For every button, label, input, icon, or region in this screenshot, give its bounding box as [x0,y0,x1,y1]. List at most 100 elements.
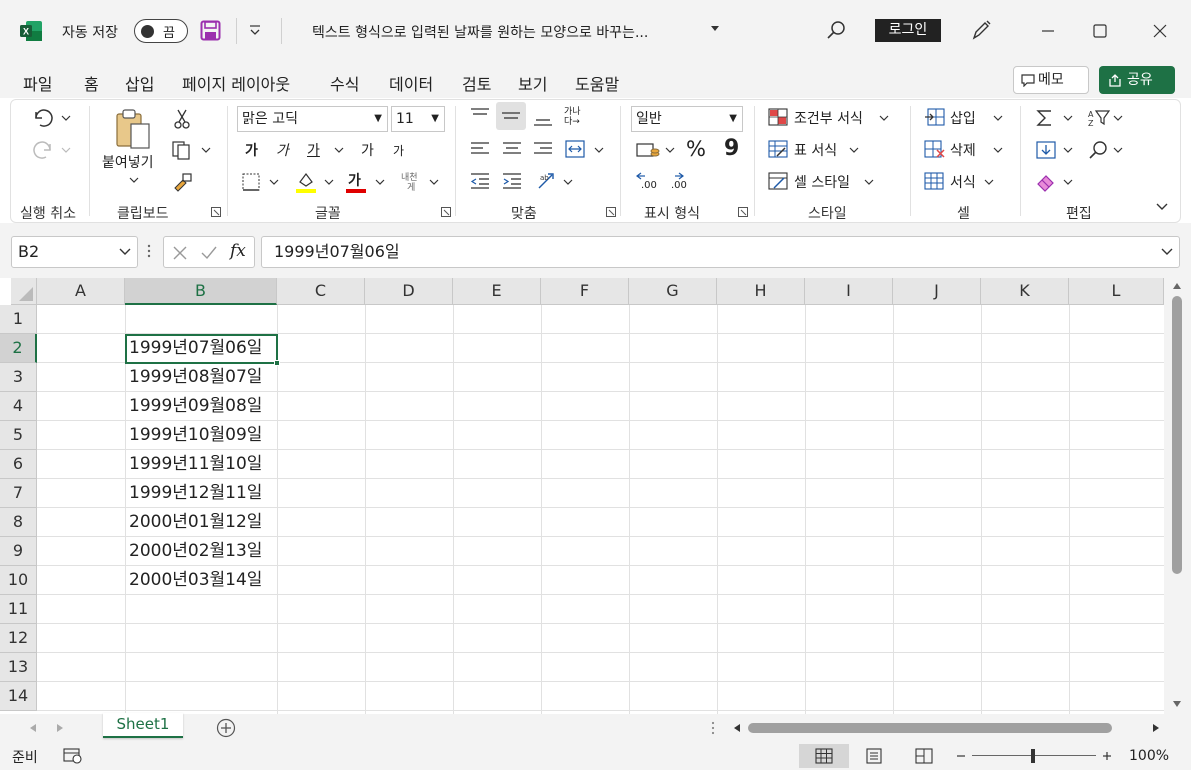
column-header-c[interactable]: C [277,278,365,305]
format-table-icon[interactable] [768,140,788,158]
tab-review[interactable]: 검토 [462,71,491,95]
tab-home[interactable]: 홈 [84,71,99,103]
row-header-13[interactable]: 13 [0,653,37,682]
borders-icon[interactable] [241,172,261,192]
page-break-view-icon[interactable] [915,748,933,764]
row-header-8[interactable]: 8 [0,508,37,537]
row-header-9[interactable]: 9 [0,537,37,566]
fill-color-dropdown-icon[interactable] [324,178,334,186]
row-header-7[interactable]: 7 [0,479,37,508]
column-header-k[interactable]: K [981,278,1069,305]
undo-icon[interactable] [31,108,55,128]
collapse-ribbon-icon[interactable] [1155,202,1169,212]
cell-b10[interactable]: 2000년03월14일 [126,566,277,595]
font-color-dropdown-icon[interactable] [375,178,385,186]
column-header-e[interactable]: E [453,278,541,305]
fill-color-icon[interactable] [295,170,317,194]
align-left-icon[interactable] [469,140,491,158]
row-header-4[interactable]: 4 [0,392,37,421]
formula-input[interactable]: 1999년07월06일 [261,236,1180,268]
cancel-icon[interactable] [172,245,188,261]
insert-function-button[interactable]: fx [230,241,246,261]
bold-button[interactable]: 가 [245,140,258,160]
scroll-up-icon[interactable] [1172,282,1182,290]
conditional-format-icon[interactable] [768,108,788,126]
cell-b8[interactable]: 2000년01월12일 [126,508,277,537]
delete-cells-button[interactable]: 삭제 [950,140,976,160]
autosum-dropdown-icon[interactable] [1063,114,1073,122]
alignment-launcher-icon[interactable] [606,207,616,217]
number-launcher-icon[interactable] [738,207,748,217]
underline-dropdown-icon[interactable] [334,146,344,154]
page-layout-view-icon[interactable] [865,748,883,764]
orientation-icon[interactable]: ab [536,170,558,192]
column-header-j[interactable]: J [893,278,981,305]
zoom-slider-thumb[interactable] [1031,749,1035,763]
phonetic-bottom[interactable]: 게 [407,180,415,193]
cell-b14[interactable] [126,682,277,711]
cell-b9[interactable]: 2000년02월13일 [126,537,277,566]
customize-qat-icon[interactable] [248,23,262,37]
decrease-indent-icon[interactable] [469,172,491,190]
tab-file[interactable]: 파일 [23,71,52,95]
font-name-select[interactable]: 맑은 고딕 ▼ [237,106,388,132]
column-header-b[interactable]: B [125,278,277,305]
maximize-icon[interactable] [1088,20,1112,42]
delete-cells-icon[interactable] [924,140,946,158]
accessibility-icon[interactable] [63,748,83,764]
redo-dropdown-icon[interactable] [61,146,71,154]
close-icon[interactable] [1148,20,1172,42]
decrease-decimal-label[interactable]: .00 [671,180,687,191]
accounting-format-icon[interactable] [635,140,661,160]
row-header-10[interactable]: 10 [0,566,37,595]
fill-handle[interactable] [274,360,280,366]
confirm-icon[interactable] [200,245,218,261]
cell-b11[interactable] [126,595,277,624]
minimize-icon[interactable] [1036,20,1060,42]
share-button[interactable]: 공유 [1099,66,1175,94]
find-select-icon[interactable] [1087,140,1109,160]
comments-button[interactable]: 메모 [1013,66,1089,94]
insert-cells-icon[interactable] [924,108,946,126]
column-header-l[interactable]: L [1069,278,1164,305]
zoom-level[interactable]: 100% [1129,748,1169,764]
clear-dropdown-icon[interactable] [1063,178,1073,186]
increase-indent-icon[interactable] [501,172,523,190]
font-launcher-icon[interactable] [441,207,451,217]
autosum-icon[interactable] [1035,108,1055,128]
next-sheet-icon[interactable] [56,723,64,733]
conditional-format-button[interactable]: 조건부 서식 [794,108,863,128]
tab-split-handle-icon[interactable] [711,721,715,735]
phonetic-dropdown-icon[interactable] [429,178,439,186]
title-dropdown-icon[interactable] [710,24,720,32]
row-header-14[interactable]: 14 [0,682,37,711]
row-header-3[interactable]: 3 [0,363,37,392]
cell-b12[interactable] [126,624,277,653]
insert-cells-button[interactable]: 삽입 [950,108,976,128]
cell-styles-button[interactable]: 셀 스타일 [794,172,850,192]
row-header-6[interactable]: 6 [0,450,37,479]
align-top-icon[interactable] [469,106,491,124]
format-painter-icon[interactable] [171,172,193,192]
cell-b3[interactable]: 1999년08월07일 [126,363,277,392]
designer-pen-icon[interactable] [970,19,992,41]
shrink-font-button[interactable]: 가 [393,142,404,159]
insert-dropdown-icon[interactable] [993,114,1003,122]
save-icon[interactable] [200,20,221,41]
cell-styles-dropdown-icon[interactable] [864,178,874,186]
align-right-icon[interactable] [532,140,554,158]
cell-b1[interactable] [126,305,277,334]
format-dropdown-icon[interactable] [984,178,994,186]
row-header-1[interactable]: 1 [0,305,37,334]
vertical-scrollbar[interactable] [1164,278,1191,714]
column-header-i[interactable]: I [805,278,893,305]
sort-filter-icon[interactable]: AZ [1087,108,1111,128]
cell-b6[interactable]: 1999년11월10일 [126,450,277,479]
underline-button[interactable]: 가 [307,140,320,160]
copy-icon[interactable] [171,140,193,160]
number-format-select[interactable]: 일반 ▼ [631,106,743,132]
name-box[interactable]: B2 [11,236,138,268]
column-header-h[interactable]: H [717,278,805,305]
undo-dropdown-icon[interactable] [61,114,71,122]
autosave-toggle[interactable]: 끔 [134,19,188,43]
